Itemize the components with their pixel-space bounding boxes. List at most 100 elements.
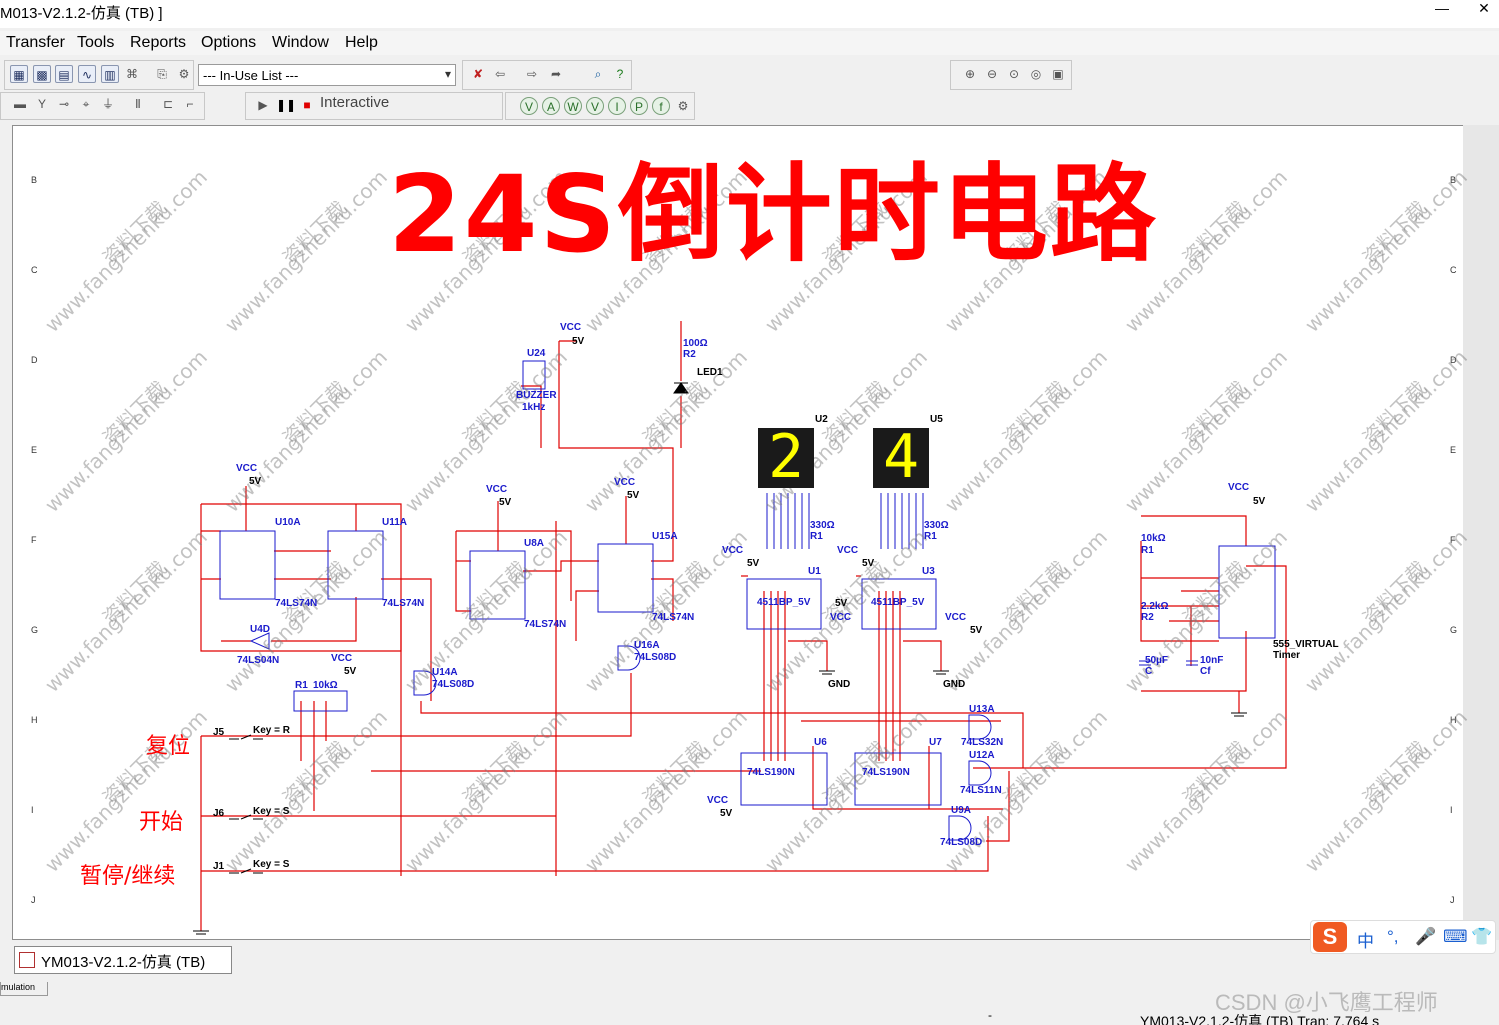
graphic-icon[interactable]: ⊏	[159, 95, 177, 113]
u10a-chip	[219, 530, 276, 600]
close-button[interactable]: ✕	[1464, 0, 1499, 22]
copy-icon[interactable]: ⎘	[153, 65, 171, 83]
u1-type-label: 4511BP_5V	[757, 597, 811, 608]
ime-language-toggle[interactable]: 中	[1357, 927, 1374, 952]
buzzer-label: BUZZER	[516, 390, 557, 401]
bus-icon[interactable]: Y	[33, 95, 51, 113]
vcc-label: VCC	[560, 322, 582, 333]
keyboard-icon[interactable]: ⌨	[1443, 927, 1468, 947]
v5-label: 5V	[572, 336, 585, 347]
pause-icon[interactable]: ❚❚	[276, 96, 296, 114]
probe-p-icon[interactable]: P	[630, 97, 648, 115]
help-icon[interactable]: ?	[611, 65, 629, 83]
ground-icon[interactable]: ⏚	[99, 95, 117, 113]
spreadsheet-icon[interactable]: ▤	[55, 65, 73, 83]
v5-rpack-label: 5V	[344, 666, 357, 677]
in-use-list-dropdown[interactable]: --- In-Use List --- ▾	[198, 64, 456, 86]
led1-label: LED1	[697, 367, 723, 378]
menu-tools[interactable]: Tools	[77, 34, 114, 52]
rpack-value-label: 10kΩ	[313, 680, 338, 691]
u3-label: U3	[922, 566, 935, 577]
timer-sub-label: Timer	[1273, 650, 1301, 661]
cap-cf-ref-label: Cf	[1200, 666, 1211, 677]
wattmeter-icon[interactable]: W	[564, 97, 582, 115]
run-icon[interactable]: ▶	[254, 96, 272, 114]
database-icon[interactable]: ▥	[101, 65, 119, 83]
probe-i-icon[interactable]: I	[608, 97, 626, 115]
component-icon[interactable]: ⌘	[123, 65, 141, 83]
menu-options[interactable]: Options	[201, 34, 256, 52]
probe-f-icon[interactable]: f	[652, 97, 670, 115]
v5-u10-label: 5V	[249, 476, 262, 487]
u16a-type-label: 74LS08D	[634, 652, 677, 663]
vcc-u10-label: VCC	[236, 463, 258, 474]
stop-icon[interactable]: ■	[298, 96, 316, 114]
layout-icon[interactable]: ▦	[10, 65, 28, 83]
hier-icon[interactable]: ⌖	[77, 95, 95, 113]
u2-label: U2	[815, 414, 828, 425]
u24-label: U24	[527, 348, 546, 359]
toolbar-place: ▬ Y ⊸ ⌖ ⏚ Ⅱ ⊏ ⌐	[0, 92, 205, 120]
zoom-fit-icon[interactable]: ◎	[1027, 65, 1045, 83]
wire-icon[interactable]: ▬	[11, 95, 29, 113]
minimize-button[interactable]: —	[1422, 0, 1462, 22]
r2-value-label: 100Ω	[683, 338, 708, 349]
transfer-icon[interactable]: ➦	[547, 65, 565, 83]
buzzer-freq-label: 1kHz	[522, 402, 546, 413]
grapher-icon[interactable]: ∿	[78, 65, 96, 83]
u13a-type-label: 74LS32N	[961, 737, 1004, 748]
j1-label: J1	[213, 861, 225, 872]
u5-label: U5	[930, 414, 943, 425]
skin-icon[interactable]: 👕	[1471, 927, 1492, 947]
vcc-u3-label: VCC	[837, 545, 859, 556]
probe-v-icon[interactable]: V	[586, 97, 604, 115]
menu-window[interactable]: Window	[272, 34, 329, 52]
microphone-icon[interactable]: 🎤	[1415, 927, 1436, 947]
ruler-letter-left: B	[31, 175, 38, 185]
ruler-letter-right: G	[1450, 625, 1458, 635]
r2-ref-label: R2	[683, 349, 696, 360]
u16a-label: U16A	[634, 640, 660, 651]
timer-r2-ref-label: R2	[1141, 612, 1154, 623]
menu-transfer[interactable]: Transfer	[6, 34, 65, 52]
j6-key-label: Key = S	[253, 806, 290, 817]
r330-a-label: 330Ω	[810, 520, 835, 531]
v5-u3-label: 5V	[862, 558, 875, 569]
grid-icon[interactable]: ▩	[33, 65, 51, 83]
line-icon[interactable]: ⌐	[181, 95, 199, 113]
menu-help[interactable]: Help	[345, 34, 378, 52]
display-digit-u2: 2	[768, 422, 805, 492]
tab-document[interactable]: YM013-V2.1.2-仿真 (TB)	[14, 946, 232, 974]
title-bar: M013-V2.1.2-仿真 (TB) ] — ✕	[0, 0, 1499, 28]
search-icon[interactable]: ⌕	[589, 65, 607, 83]
ruler-letter-right: J	[1450, 895, 1455, 905]
ammeter-icon[interactable]: A	[542, 97, 560, 115]
voltmeter-icon[interactable]: V	[520, 97, 538, 115]
sogou-logo-icon[interactable]: S	[1313, 922, 1347, 952]
probe-icon[interactable]: ✘	[469, 65, 487, 83]
timer-name-label: 555_VIRTUAL	[1273, 639, 1339, 650]
forward-icon[interactable]: ⇨	[523, 65, 541, 83]
menu-reports[interactable]: Reports	[130, 34, 186, 52]
tab-simulation[interactable]: mulation	[0, 982, 48, 996]
vcc-b-label: VCC	[830, 612, 852, 623]
vcc-u15-label: VCC	[614, 477, 636, 488]
gear-icon[interactable]: ⚙	[175, 65, 193, 83]
back-annotate-icon[interactable]: ⇦	[491, 65, 509, 83]
zoom-area-icon[interactable]: ⊙	[1005, 65, 1023, 83]
schematic-file-icon	[19, 952, 35, 968]
zoom-out-icon[interactable]: ⊖	[983, 65, 1001, 83]
interactive-mode-label[interactable]: Interactive	[320, 94, 389, 111]
toolbar-simulate-tools: ✘ ⇦ ⇨ ➦ ⌕ ?	[462, 60, 632, 90]
ruler-letter-left: J	[31, 895, 36, 905]
settings-icon[interactable]: ⚙	[674, 97, 692, 115]
window-title: M013-V2.1.2-仿真 (TB) ]	[0, 5, 163, 22]
fullscreen-icon[interactable]: ▣	[1049, 65, 1067, 83]
text-icon[interactable]: Ⅱ	[129, 95, 147, 113]
ime-punctuation-toggle[interactable]: °,	[1387, 927, 1399, 947]
zoom-in-icon[interactable]: ⊕	[961, 65, 979, 83]
u7-type-label: 74LS190N	[862, 767, 910, 778]
v5-u8-label: 5V	[499, 497, 512, 508]
connector-icon[interactable]: ⊸	[55, 95, 73, 113]
vertical-scrollbar[interactable]	[1463, 125, 1499, 940]
